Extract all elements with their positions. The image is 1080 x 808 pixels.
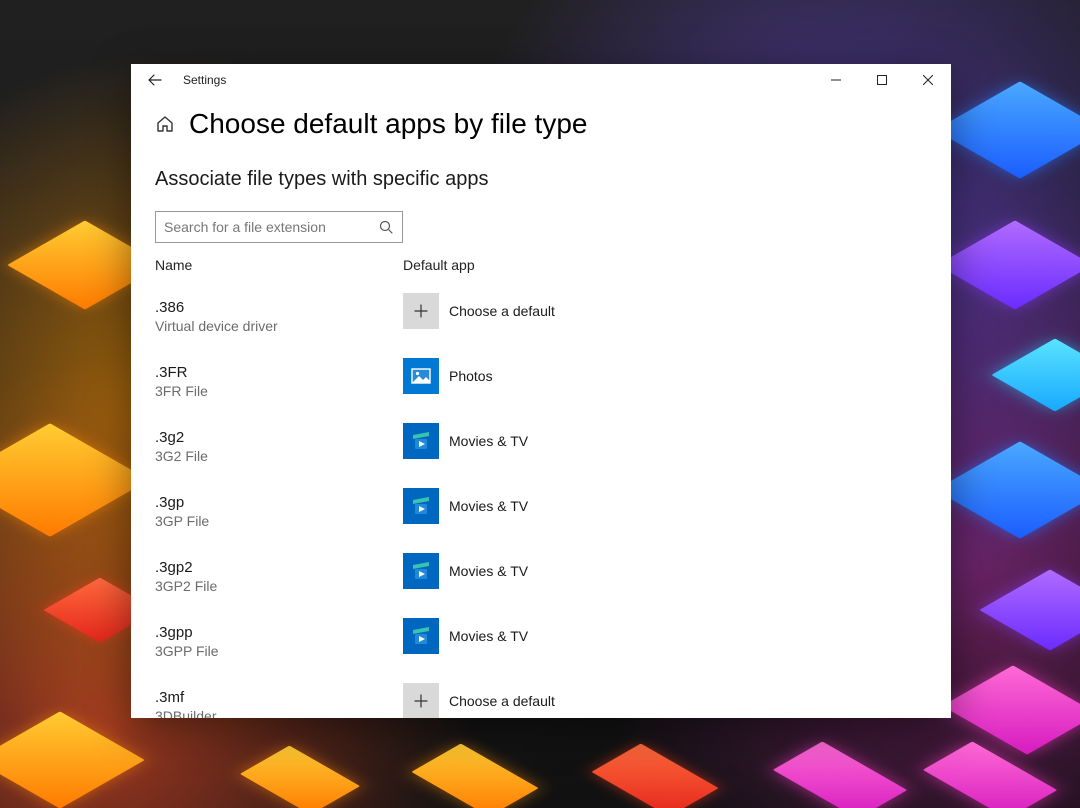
movies-tv-app-icon: [403, 488, 439, 524]
file-extension: .3g2: [155, 429, 403, 446]
file-extension: .3gpp: [155, 624, 403, 641]
default-app-button[interactable]: Movies & TV: [403, 423, 528, 459]
movies-tv-app-icon: [403, 553, 439, 589]
movies-tv-app-icon: [403, 618, 439, 654]
page-header: Choose default apps by file type: [155, 108, 927, 140]
maximize-button[interactable]: [859, 64, 905, 96]
file-type-info: .3g2 3G2 File: [155, 423, 403, 464]
default-app-label: Movies & TV: [449, 628, 528, 644]
column-headers: Name Default app: [155, 257, 927, 273]
default-app-button[interactable]: Choose a default: [403, 683, 555, 718]
file-type-row: .3gpp 3GPP File Movies & TV: [155, 608, 927, 673]
file-type-info: .3gpp 3GPP File: [155, 618, 403, 659]
file-type-info: .3mf 3DBuilder: [155, 683, 403, 718]
file-type-row: .3FR 3FR File Photos: [155, 348, 927, 413]
maximize-icon: [877, 75, 887, 85]
file-description: 3DBuilder: [155, 708, 403, 718]
minimize-icon: [831, 75, 841, 85]
file-type-info: .3gp 3GP File: [155, 488, 403, 529]
window-title: Settings: [179, 73, 226, 87]
default-app-label: Movies & TV: [449, 563, 528, 579]
page-title: Choose default apps by file type: [189, 108, 587, 140]
close-button[interactable]: [905, 64, 951, 96]
default-app-button[interactable]: Photos: [403, 358, 493, 394]
search-icon: [378, 219, 394, 235]
page-subtitle: Associate file types with specific apps: [155, 168, 927, 191]
default-app-label: Movies & TV: [449, 433, 528, 449]
file-description: 3GP File: [155, 513, 403, 529]
plus-icon: [403, 293, 439, 329]
column-default-app: Default app: [403, 257, 475, 273]
close-icon: [923, 75, 933, 85]
file-type-info: .3gp2 3GP2 File: [155, 553, 403, 594]
file-type-row: .3g2 3G2 File Movies & TV: [155, 413, 927, 478]
search-box[interactable]: [155, 211, 403, 243]
file-type-list: .386 Virtual device driver Choose a defau…: [155, 283, 927, 718]
back-button[interactable]: [131, 64, 179, 96]
default-app-button[interactable]: Movies & TV: [403, 618, 528, 654]
file-description: 3GP2 File: [155, 578, 403, 594]
titlebar: Settings: [131, 64, 951, 96]
home-icon[interactable]: [155, 114, 175, 134]
file-description: 3G2 File: [155, 448, 403, 464]
content-area: Choose default apps by file type Associa…: [131, 96, 951, 718]
photos-app-icon: [403, 358, 439, 394]
file-extension: .386: [155, 299, 403, 316]
default-app-button[interactable]: Movies & TV: [403, 553, 528, 589]
search-input[interactable]: [164, 219, 378, 235]
column-name: Name: [155, 257, 403, 273]
file-type-row: .3mf 3DBuilder Choose a default: [155, 673, 927, 718]
default-app-label: Choose a default: [449, 303, 555, 319]
default-app-label: Choose a default: [449, 693, 555, 709]
movies-tv-app-icon: [403, 423, 439, 459]
file-extension: .3gp: [155, 494, 403, 511]
file-extension: .3FR: [155, 364, 403, 381]
default-app-label: Photos: [449, 368, 493, 384]
file-description: 3FR File: [155, 383, 403, 399]
arrow-left-icon: [147, 72, 163, 88]
file-type-row: .3gp 3GP File Movies & TV: [155, 478, 927, 543]
file-extension: .3gp2: [155, 559, 403, 576]
default-app-button[interactable]: Choose a default: [403, 293, 555, 329]
settings-window: Settings Choose default apps by file typ…: [131, 64, 951, 718]
default-app-label: Movies & TV: [449, 498, 528, 514]
plus-icon: [403, 683, 439, 718]
file-extension: .3mf: [155, 689, 403, 706]
file-type-row: .386 Virtual device driver Choose a defau…: [155, 283, 927, 348]
file-type-row: .3gp2 3GP2 File Movies & TV: [155, 543, 927, 608]
file-type-info: .386 Virtual device driver: [155, 293, 403, 334]
file-description: 3GPP File: [155, 643, 403, 659]
minimize-button[interactable]: [813, 64, 859, 96]
file-type-info: .3FR 3FR File: [155, 358, 403, 399]
file-description: Virtual device driver: [155, 318, 403, 334]
default-app-button[interactable]: Movies & TV: [403, 488, 528, 524]
